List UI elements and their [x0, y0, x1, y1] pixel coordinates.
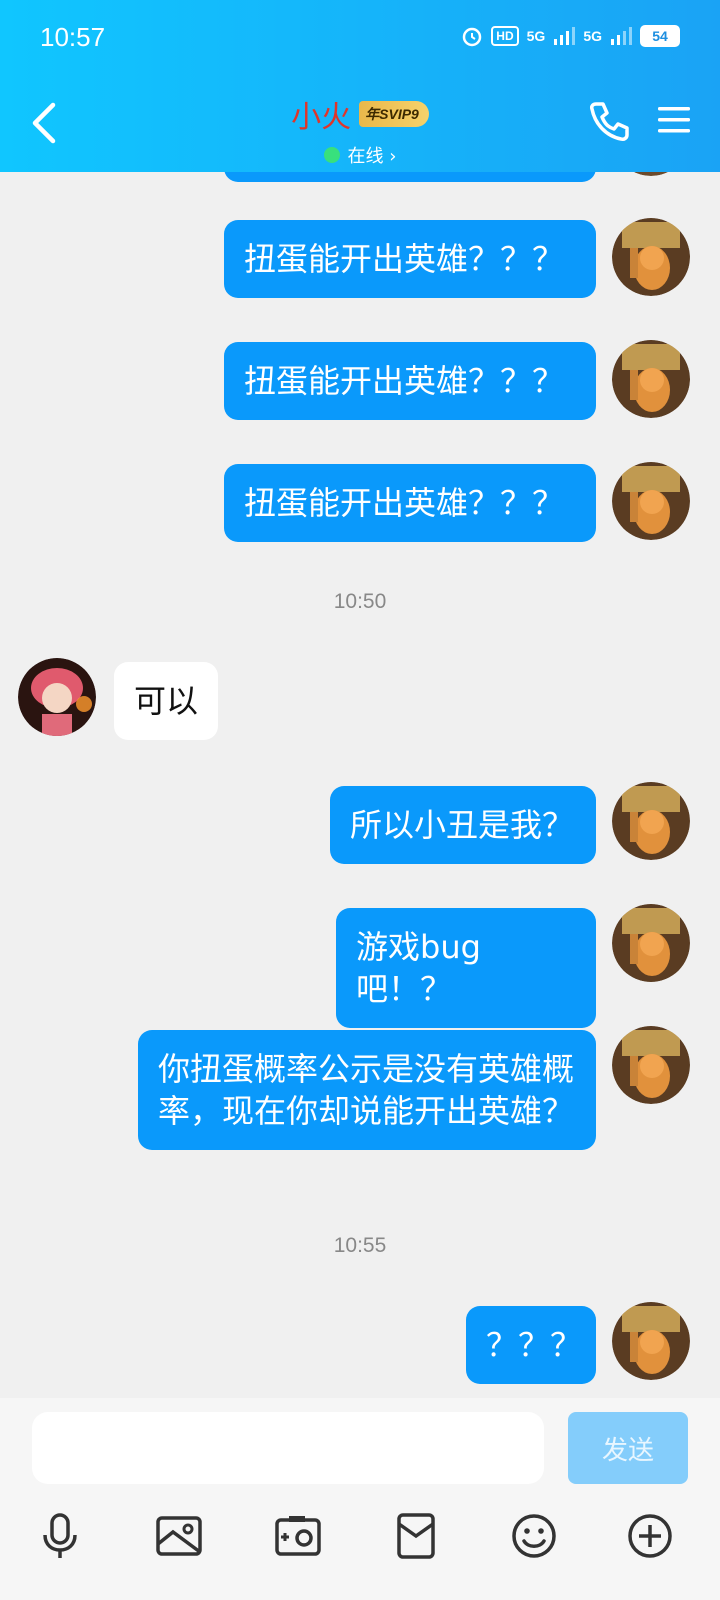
self-avatar[interactable] [612, 1302, 690, 1380]
self-avatar[interactable] [612, 218, 690, 296]
camera-button[interactable] [272, 1510, 324, 1562]
chat-header: 10:57 HD 5G 5G 54 小火 年SVIP9 在线 › [0, 0, 720, 172]
camera-icon [275, 1516, 321, 1556]
message-bubble-outgoing[interactable]: 扭蛋能开出英雄？？？ [224, 464, 596, 542]
menu-icon [658, 107, 690, 133]
status-bar: 10:57 HD 5G 5G 54 [0, 0, 720, 76]
emoji-button[interactable] [508, 1510, 560, 1562]
signal-icon-2 [610, 24, 632, 48]
chat-screen: 扭蛋能开出英雄？？？ 扭蛋能开出英雄？？？ 扭蛋能开出英雄？？？ 10:50 可… [0, 0, 720, 1600]
signal-5g-label: 5G [526, 28, 546, 44]
clock: 10:57 [40, 22, 106, 52]
image-button[interactable] [153, 1510, 205, 1562]
message-bubble-outgoing[interactable]: 游戏bug吧！？ [336, 908, 596, 1028]
red-packet-button[interactable] [390, 1510, 442, 1562]
message-bubble-outgoing[interactable]: ？？？ [466, 1306, 596, 1384]
alarm-icon [461, 24, 483, 48]
self-avatar[interactable] [612, 340, 690, 418]
signal-icon [553, 24, 576, 48]
message-bubble-incoming[interactable]: 可以 [114, 662, 218, 740]
phone-icon [590, 102, 629, 141]
message-bubble-outgoing[interactable]: 扭蛋能开出英雄？？？ [224, 342, 596, 420]
more-button[interactable] [624, 1510, 676, 1562]
online-dot-icon [323, 147, 340, 163]
menu-button[interactable] [654, 100, 694, 140]
composer: 发送 [0, 1398, 720, 1600]
plus-icon [628, 1514, 672, 1558]
message-input[interactable] [32, 1412, 544, 1484]
status-icons: HD 5G 5G 54 [461, 24, 680, 48]
message-bubble-outgoing[interactable]: 所以小丑是我？ [330, 786, 596, 864]
signal-5g-label-2: 5G [583, 28, 602, 44]
battery-indicator: 54 [640, 25, 680, 47]
self-avatar[interactable] [612, 782, 690, 860]
online-status-label: 在线 › [347, 146, 397, 167]
voice-button[interactable] [34, 1510, 86, 1562]
online-status[interactable]: 在线 › [0, 142, 720, 168]
hd-icon: HD [491, 26, 519, 46]
timestamp: 10:50 [333, 590, 387, 613]
timestamp: 10:55 [333, 1234, 387, 1257]
send-button[interactable]: 发送 [568, 1412, 688, 1484]
image-icon [156, 1516, 202, 1556]
svip-badge[interactable]: 年SVIP9 [359, 101, 429, 127]
emoji-icon [512, 1514, 556, 1558]
mic-icon [43, 1513, 77, 1558]
contact-avatar[interactable] [18, 658, 96, 736]
red-packet-icon [397, 1513, 435, 1559]
contact-name: 小火 [291, 100, 352, 135]
message-bubble-outgoing[interactable]: 你扭蛋概率公示是没有英雄概率，现在你却说能开出英雄？ [138, 1030, 596, 1150]
self-avatar[interactable] [612, 1026, 690, 1104]
message-bubble-outgoing[interactable]: 扭蛋能开出英雄？？？ [224, 220, 596, 298]
call-button[interactable] [586, 98, 632, 144]
message-list[interactable]: 扭蛋能开出英雄？？？ 扭蛋能开出英雄？？？ 扭蛋能开出英雄？？？ 10:50 可… [0, 0, 720, 1398]
self-avatar[interactable] [612, 462, 690, 540]
self-avatar[interactable] [612, 904, 690, 982]
